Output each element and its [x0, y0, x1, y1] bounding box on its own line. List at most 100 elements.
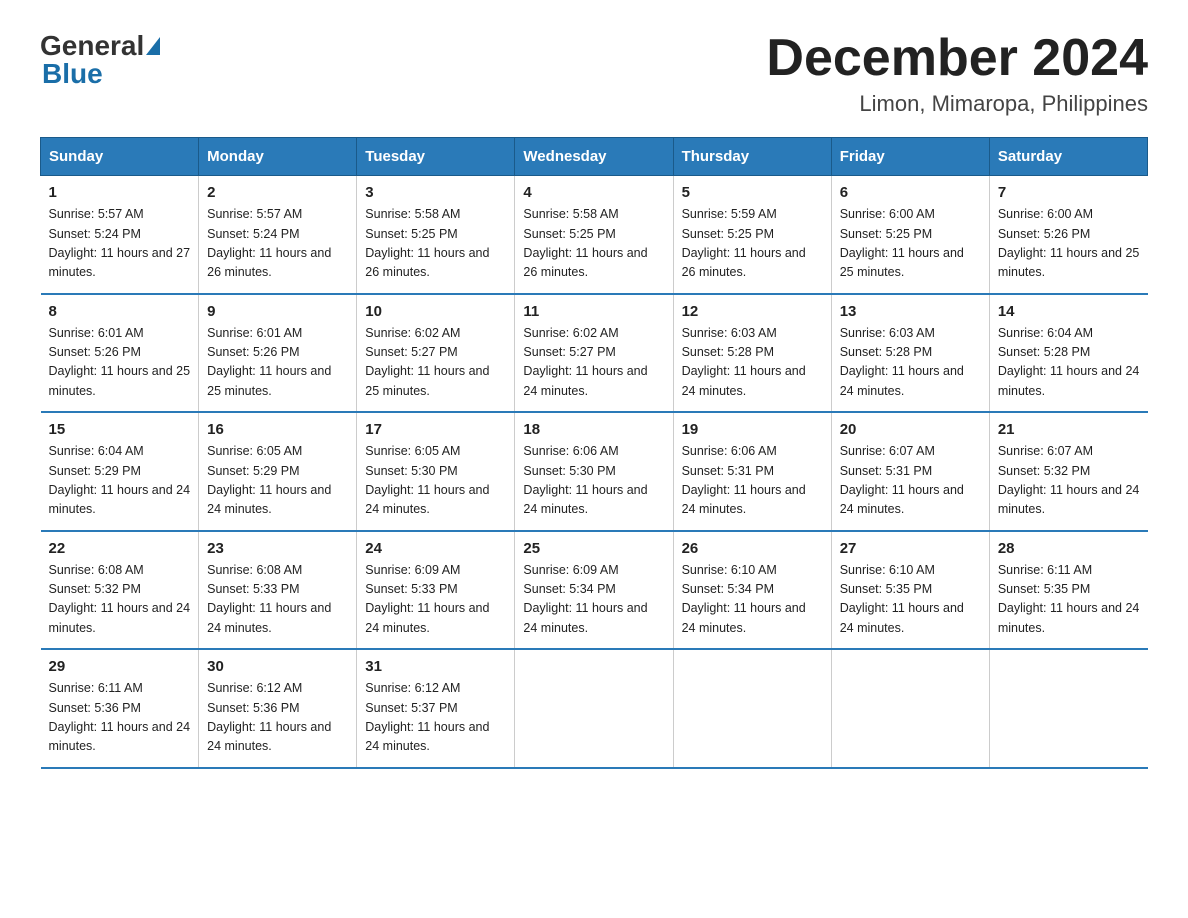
col-friday: Friday [831, 138, 989, 176]
day-info: Sunrise: 5:57 AMSunset: 5:24 PMDaylight:… [207, 207, 331, 279]
day-info: Sunrise: 6:03 AMSunset: 5:28 PMDaylight:… [682, 326, 806, 398]
calendar-week-row: 22 Sunrise: 6:08 AMSunset: 5:32 PMDaylig… [41, 531, 1148, 650]
day-info: Sunrise: 5:57 AMSunset: 5:24 PMDaylight:… [49, 207, 191, 279]
table-row: 10 Sunrise: 6:02 AMSunset: 5:27 PMDaylig… [357, 294, 515, 413]
day-number: 31 [365, 658, 506, 675]
day-info: Sunrise: 6:02 AMSunset: 5:27 PMDaylight:… [365, 326, 489, 398]
day-info: Sunrise: 6:09 AMSunset: 5:34 PMDaylight:… [523, 563, 647, 635]
title-area: December 2024 Limon, Mimaropa, Philippin… [766, 30, 1148, 117]
col-monday: Monday [199, 138, 357, 176]
table-row: 18 Sunrise: 6:06 AMSunset: 5:30 PMDaylig… [515, 412, 673, 531]
day-number: 18 [523, 421, 664, 438]
calendar-table: Sunday Monday Tuesday Wednesday Thursday… [40, 137, 1148, 769]
day-number: 17 [365, 421, 506, 438]
day-number: 21 [998, 421, 1140, 438]
day-number: 11 [523, 303, 664, 320]
day-info: Sunrise: 6:03 AMSunset: 5:28 PMDaylight:… [840, 326, 964, 398]
table-row: 29 Sunrise: 6:11 AMSunset: 5:36 PMDaylig… [41, 649, 199, 768]
table-row: 23 Sunrise: 6:08 AMSunset: 5:33 PMDaylig… [199, 531, 357, 650]
table-row: 22 Sunrise: 6:08 AMSunset: 5:32 PMDaylig… [41, 531, 199, 650]
table-row: 7 Sunrise: 6:00 AMSunset: 5:26 PMDayligh… [989, 176, 1147, 294]
location-title: Limon, Mimaropa, Philippines [766, 91, 1148, 117]
table-row: 27 Sunrise: 6:10 AMSunset: 5:35 PMDaylig… [831, 531, 989, 650]
day-number: 25 [523, 540, 664, 557]
day-number: 24 [365, 540, 506, 557]
table-row: 20 Sunrise: 6:07 AMSunset: 5:31 PMDaylig… [831, 412, 989, 531]
table-row: 3 Sunrise: 5:58 AMSunset: 5:25 PMDayligh… [357, 176, 515, 294]
day-info: Sunrise: 6:04 AMSunset: 5:29 PMDaylight:… [49, 444, 191, 516]
calendar-header-row: Sunday Monday Tuesday Wednesday Thursday… [41, 138, 1148, 176]
day-number: 14 [998, 303, 1140, 320]
table-row: 26 Sunrise: 6:10 AMSunset: 5:34 PMDaylig… [673, 531, 831, 650]
day-number: 8 [49, 303, 191, 320]
day-number: 30 [207, 658, 348, 675]
day-number: 20 [840, 421, 981, 438]
day-number: 9 [207, 303, 348, 320]
col-thursday: Thursday [673, 138, 831, 176]
day-info: Sunrise: 6:00 AMSunset: 5:25 PMDaylight:… [840, 207, 964, 279]
day-number: 29 [49, 658, 191, 675]
table-row: 5 Sunrise: 5:59 AMSunset: 5:25 PMDayligh… [673, 176, 831, 294]
day-number: 5 [682, 184, 823, 201]
day-number: 22 [49, 540, 191, 557]
day-number: 12 [682, 303, 823, 320]
calendar-week-row: 29 Sunrise: 6:11 AMSunset: 5:36 PMDaylig… [41, 649, 1148, 768]
calendar-week-row: 1 Sunrise: 5:57 AMSunset: 5:24 PMDayligh… [41, 176, 1148, 294]
table-row: 8 Sunrise: 6:01 AMSunset: 5:26 PMDayligh… [41, 294, 199, 413]
table-row: 21 Sunrise: 6:07 AMSunset: 5:32 PMDaylig… [989, 412, 1147, 531]
col-wednesday: Wednesday [515, 138, 673, 176]
day-info: Sunrise: 5:58 AMSunset: 5:25 PMDaylight:… [523, 207, 647, 279]
table-row: 11 Sunrise: 6:02 AMSunset: 5:27 PMDaylig… [515, 294, 673, 413]
day-info: Sunrise: 6:12 AMSunset: 5:37 PMDaylight:… [365, 681, 489, 753]
col-sunday: Sunday [41, 138, 199, 176]
table-row: 14 Sunrise: 6:04 AMSunset: 5:28 PMDaylig… [989, 294, 1147, 413]
table-row: 25 Sunrise: 6:09 AMSunset: 5:34 PMDaylig… [515, 531, 673, 650]
calendar-week-row: 15 Sunrise: 6:04 AMSunset: 5:29 PMDaylig… [41, 412, 1148, 531]
day-number: 6 [840, 184, 981, 201]
day-number: 4 [523, 184, 664, 201]
day-number: 1 [49, 184, 191, 201]
day-info: Sunrise: 6:12 AMSunset: 5:36 PMDaylight:… [207, 681, 331, 753]
day-info: Sunrise: 6:01 AMSunset: 5:26 PMDaylight:… [207, 326, 331, 398]
day-info: Sunrise: 5:59 AMSunset: 5:25 PMDaylight:… [682, 207, 806, 279]
day-info: Sunrise: 6:07 AMSunset: 5:32 PMDaylight:… [998, 444, 1140, 516]
table-row: 28 Sunrise: 6:11 AMSunset: 5:35 PMDaylig… [989, 531, 1147, 650]
day-info: Sunrise: 6:11 AMSunset: 5:35 PMDaylight:… [998, 563, 1140, 635]
table-row: 15 Sunrise: 6:04 AMSunset: 5:29 PMDaylig… [41, 412, 199, 531]
col-saturday: Saturday [989, 138, 1147, 176]
day-number: 13 [840, 303, 981, 320]
table-row [673, 649, 831, 768]
calendar-week-row: 8 Sunrise: 6:01 AMSunset: 5:26 PMDayligh… [41, 294, 1148, 413]
table-row: 2 Sunrise: 5:57 AMSunset: 5:24 PMDayligh… [199, 176, 357, 294]
logo: General Blue [40, 30, 162, 90]
day-number: 27 [840, 540, 981, 557]
day-number: 7 [998, 184, 1140, 201]
table-row: 16 Sunrise: 6:05 AMSunset: 5:29 PMDaylig… [199, 412, 357, 531]
day-number: 10 [365, 303, 506, 320]
day-info: Sunrise: 5:58 AMSunset: 5:25 PMDaylight:… [365, 207, 489, 279]
day-info: Sunrise: 6:08 AMSunset: 5:32 PMDaylight:… [49, 563, 191, 635]
table-row: 24 Sunrise: 6:09 AMSunset: 5:33 PMDaylig… [357, 531, 515, 650]
col-tuesday: Tuesday [357, 138, 515, 176]
day-info: Sunrise: 6:10 AMSunset: 5:35 PMDaylight:… [840, 563, 964, 635]
day-info: Sunrise: 6:10 AMSunset: 5:34 PMDaylight:… [682, 563, 806, 635]
day-info: Sunrise: 6:01 AMSunset: 5:26 PMDaylight:… [49, 326, 191, 398]
day-info: Sunrise: 6:05 AMSunset: 5:30 PMDaylight:… [365, 444, 489, 516]
table-row: 30 Sunrise: 6:12 AMSunset: 5:36 PMDaylig… [199, 649, 357, 768]
day-info: Sunrise: 6:08 AMSunset: 5:33 PMDaylight:… [207, 563, 331, 635]
table-row: 31 Sunrise: 6:12 AMSunset: 5:37 PMDaylig… [357, 649, 515, 768]
logo-triangle-icon [146, 37, 160, 55]
day-number: 26 [682, 540, 823, 557]
day-info: Sunrise: 6:07 AMSunset: 5:31 PMDaylight:… [840, 444, 964, 516]
logo-blue: Blue [42, 58, 103, 89]
table-row [831, 649, 989, 768]
table-row [515, 649, 673, 768]
day-number: 28 [998, 540, 1140, 557]
table-row: 19 Sunrise: 6:06 AMSunset: 5:31 PMDaylig… [673, 412, 831, 531]
month-title: December 2024 [766, 30, 1148, 87]
day-number: 3 [365, 184, 506, 201]
day-info: Sunrise: 6:05 AMSunset: 5:29 PMDaylight:… [207, 444, 331, 516]
table-row: 12 Sunrise: 6:03 AMSunset: 5:28 PMDaylig… [673, 294, 831, 413]
table-row: 4 Sunrise: 5:58 AMSunset: 5:25 PMDayligh… [515, 176, 673, 294]
day-info: Sunrise: 6:06 AMSunset: 5:31 PMDaylight:… [682, 444, 806, 516]
